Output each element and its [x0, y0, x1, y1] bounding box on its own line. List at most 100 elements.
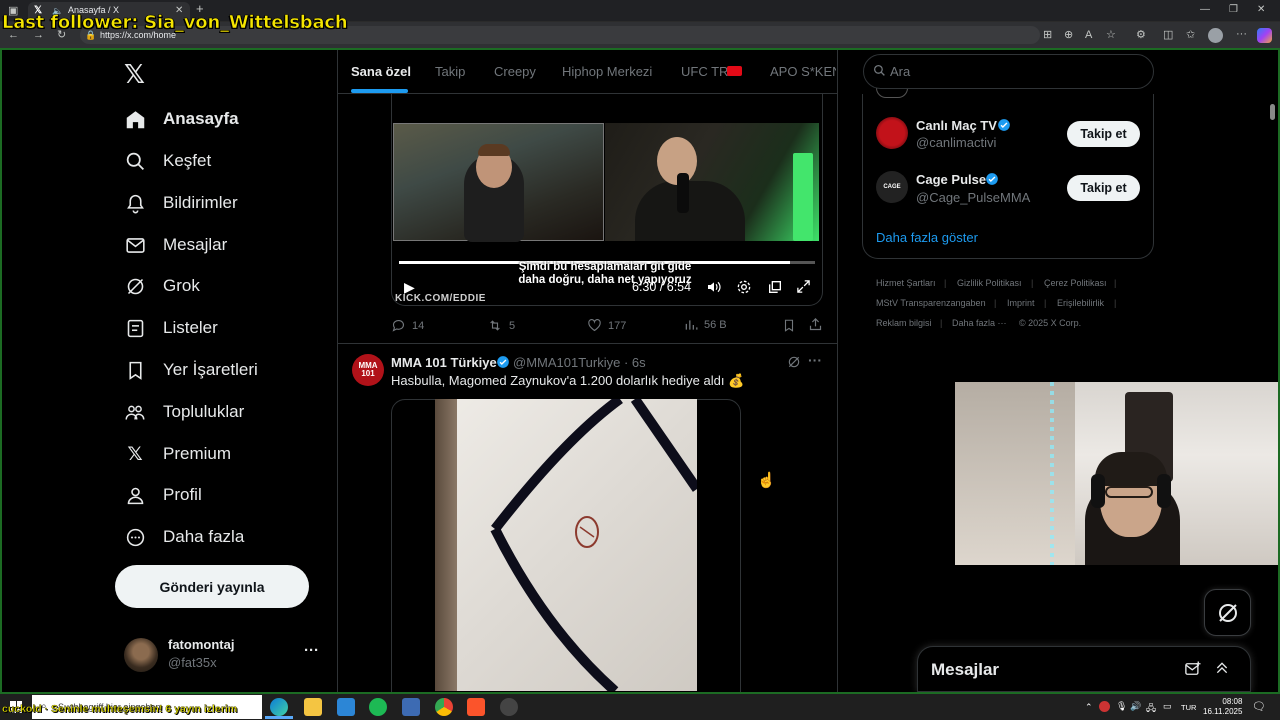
settings-icon[interactable]: [736, 279, 752, 298]
volume-icon[interactable]: [706, 279, 722, 298]
account-avatar[interactable]: [124, 638, 158, 672]
clock-time: 08:08: [1222, 697, 1243, 706]
suggestion-name[interactable]: Canlı Maç TV: [916, 118, 997, 133]
footer-link[interactable]: MStV Transparenzangaben: [876, 298, 986, 308]
tray-overflow-icon[interactable]: ⌃: [1085, 702, 1093, 713]
search-input[interactable]: Ara: [890, 64, 910, 79]
split-screen-icon[interactable]: ◫: [1163, 29, 1173, 41]
battery-icon[interactable]: ▭: [1163, 701, 1172, 712]
nav-item-bookmarks[interactable]: Yer İşaretleri: [124, 355, 258, 385]
microphone-icon[interactable]: 🎙: [1116, 701, 1127, 712]
nav-item-lists[interactable]: Listeler: [124, 313, 218, 343]
reply-button[interactable]: 14: [391, 318, 424, 333]
nav-item-explore[interactable]: Keşfet: [124, 146, 211, 176]
repost-button[interactable]: 5: [487, 318, 515, 333]
x-logo-icon[interactable]: 𝕏: [124, 60, 145, 90]
footer-link[interactable]: Gizlilik Politikası: [957, 278, 1022, 288]
profile-avatar[interactable]: [1208, 28, 1223, 43]
account-name[interactable]: fatomontaj: [168, 637, 234, 652]
footer-link[interactable]: Erişilebilirlik: [1057, 298, 1104, 308]
tweet-media-image[interactable]: [435, 399, 697, 691]
page-scrollbar[interactable]: [1269, 56, 1276, 692]
search-icon: [873, 64, 886, 82]
chrome-icon[interactable]: [435, 698, 453, 716]
brave-icon[interactable]: [467, 698, 485, 716]
share-icon[interactable]: [808, 317, 823, 337]
tab-creepy[interactable]: Creepy: [494, 64, 536, 79]
footer-link[interactable]: Daha fazla ···: [952, 318, 1007, 328]
speaker-icon[interactable]: 🔊: [1130, 701, 1141, 712]
footer-link[interactable]: Hizmet Şartları: [876, 278, 936, 288]
copilot-icon[interactable]: [1257, 28, 1272, 43]
follow-button[interactable]: Takip et: [1067, 175, 1140, 201]
footer-link[interactable]: Çerez Politikası: [1044, 278, 1107, 288]
nav-item-messages[interactable]: Mesajlar: [124, 230, 227, 260]
nav-item-profile[interactable]: Profil: [124, 480, 202, 510]
extensions-icon[interactable]: ⚙: [1136, 29, 1146, 41]
tab-following[interactable]: Takip: [435, 64, 465, 79]
scrollbar-thumb[interactable]: [1270, 104, 1275, 120]
tweet-more-button[interactable]: ···: [808, 352, 822, 368]
read-aloud-icon[interactable]: A: [1085, 29, 1092, 41]
bookmark-tweet-icon[interactable]: [782, 318, 796, 338]
fullscreen-icon[interactable]: [796, 279, 811, 297]
canlimactv-avatar[interactable]: [876, 117, 908, 149]
spotify-icon[interactable]: [369, 698, 387, 716]
maximize-icon[interactable]: ❐: [1229, 4, 1238, 16]
views-button[interactable]: 56 B: [684, 318, 727, 332]
cagepulse-avatar[interactable]: CAGE: [876, 171, 908, 203]
expand-drawer-icon[interactable]: [1214, 660, 1230, 681]
show-more-link[interactable]: Daha fazla göster: [876, 230, 978, 245]
minimize-icon[interactable]: —: [1200, 4, 1210, 16]
file-explorer-icon[interactable]: [304, 698, 322, 716]
grok-icon: [1218, 603, 1237, 622]
nav-item-more[interactable]: Daha fazla: [124, 522, 244, 552]
menu-dots-icon[interactable]: ···: [1236, 28, 1247, 40]
nav-item-communities[interactable]: Topluluklar: [124, 397, 244, 427]
edge-icon[interactable]: [270, 698, 288, 716]
footer-link[interactable]: Reklam bilgisi: [876, 318, 932, 328]
footer-link[interactable]: Imprint: [1007, 298, 1035, 308]
suggestion-handle[interactable]: @canlimactivi: [916, 135, 996, 150]
language-indicator[interactable]: TUR: [1181, 703, 1196, 712]
tweet-author-name[interactable]: MMA 101 Türkiye: [391, 355, 497, 370]
nav-item-grok[interactable]: Grok: [124, 271, 200, 301]
close-window-icon[interactable]: ✕: [1257, 4, 1265, 16]
like-button[interactable]: 177: [587, 318, 626, 333]
account-more-button[interactable]: ···: [304, 642, 319, 659]
messages-drawer-title[interactable]: Mesajlar: [931, 660, 999, 680]
grok-floating-button[interactable]: [1204, 589, 1251, 636]
taskbar-clock[interactable]: 08:08 16.11.2025: [1203, 697, 1242, 717]
obs-icon[interactable]: [500, 698, 518, 716]
suggestion-name[interactable]: Cage Pulse: [916, 172, 986, 187]
mma101-avatar[interactable]: MMA 101: [352, 354, 384, 386]
pip-icon[interactable]: [767, 279, 783, 298]
nav-item-premium[interactable]: 𝕏 Premium: [124, 439, 231, 469]
grok-explain-icon[interactable]: [787, 355, 801, 374]
footer-divider: |: [1044, 298, 1047, 308]
play-icon[interactable]: ▶: [404, 279, 415, 296]
nav-item-home[interactable]: Anasayfa: [124, 104, 239, 134]
mail-app-icon[interactable]: [337, 698, 355, 716]
like-count: 177: [608, 319, 627, 332]
app-available-icon[interactable]: ⊞: [1043, 29, 1052, 41]
tab-apo-sken[interactable]: APO S*KEN: [770, 64, 836, 79]
zoom-icon[interactable]: ⊕: [1064, 29, 1073, 41]
tab-for-you[interactable]: Sana özel: [351, 64, 411, 79]
post-button[interactable]: Gönderi yayınla: [115, 565, 309, 608]
tab-ufc-tr[interactable]: UFC TR: [681, 64, 728, 79]
new-message-icon[interactable]: [1184, 660, 1202, 683]
nav-item-notifications[interactable]: Bildirimler: [124, 188, 238, 218]
notifications-icon[interactable]: 🗨: [1252, 700, 1266, 713]
network-icon[interactable]: 🖧: [1146, 701, 1156, 717]
clock-date: 16.11.2025: [1203, 707, 1243, 716]
follow-button[interactable]: Takip et: [1067, 121, 1140, 147]
tweet-author-handle[interactable]: @MMA101Turkiye · 6s: [513, 355, 646, 370]
favorites-icon[interactable]: ✩: [1186, 29, 1195, 41]
tray-app-icon[interactable]: [1099, 701, 1110, 712]
calculator-icon[interactable]: [402, 698, 420, 716]
suggestion-handle[interactable]: @Cage_PulseMMA: [916, 190, 1030, 205]
tab-hiphop-merkezi[interactable]: Hiphop Merkezi: [562, 64, 652, 79]
favorite-star-icon[interactable]: ☆: [1106, 29, 1116, 41]
account-handle[interactable]: @fat35x: [168, 655, 217, 670]
